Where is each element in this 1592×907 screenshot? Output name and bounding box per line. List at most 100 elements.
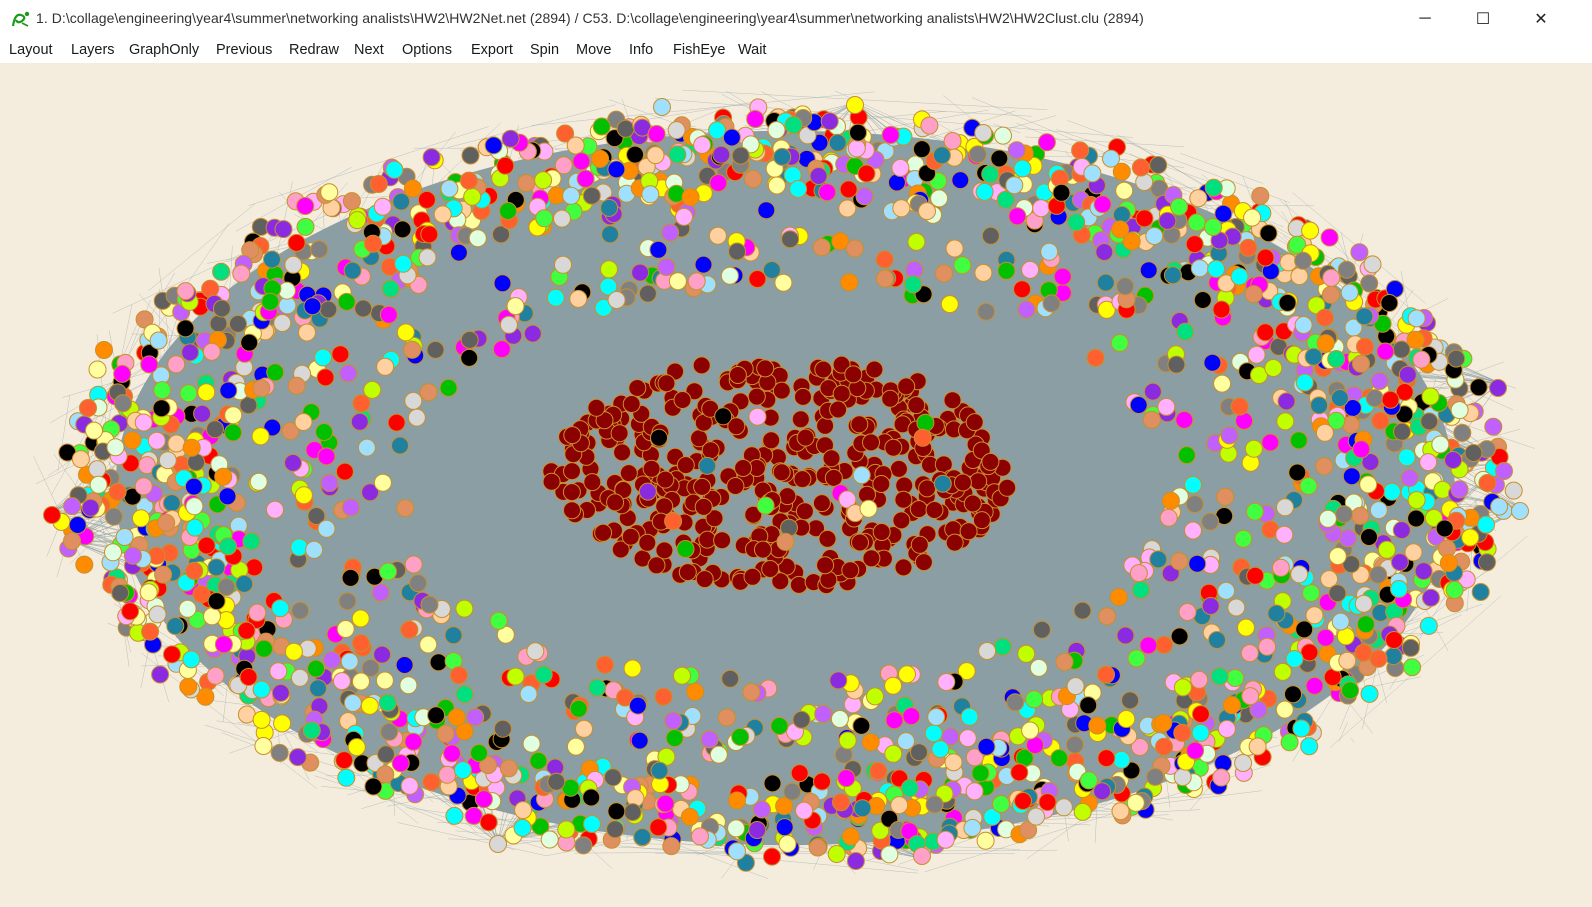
- graph-vertex[interactable]: [332, 672, 351, 691]
- graph-vertex[interactable]: [1191, 705, 1210, 724]
- graph-vertex[interactable]: [981, 165, 1000, 184]
- graph-vertex[interactable]: [828, 133, 847, 152]
- graph-vertex[interactable]: [303, 297, 322, 316]
- graph-vertex[interactable]: [529, 751, 548, 770]
- graph-vertex[interactable]: [1126, 793, 1145, 812]
- graph-vertex[interactable]: [245, 558, 264, 577]
- graph-vertex[interactable]: [1217, 720, 1236, 738]
- graph-vertex[interactable]: [396, 499, 415, 518]
- graph-vertex[interactable]: [818, 529, 837, 548]
- graph-vertex[interactable]: [816, 556, 835, 575]
- graph-vertex[interactable]: [676, 456, 695, 475]
- graph-vertex[interactable]: [1435, 519, 1454, 538]
- graph-vertex[interactable]: [1407, 309, 1426, 328]
- graph-vertex[interactable]: [1419, 616, 1438, 635]
- graph-vertex[interactable]: [148, 605, 167, 624]
- graph-vertex[interactable]: [1327, 350, 1346, 368]
- graph-vertex[interactable]: [981, 226, 1000, 245]
- graph-vertex[interactable]: [859, 499, 878, 518]
- graph-vertex[interactable]: [951, 171, 970, 190]
- graph-vertex[interactable]: [466, 708, 485, 727]
- graph-vertex[interactable]: [284, 255, 303, 274]
- graph-vertex[interactable]: [493, 719, 512, 738]
- graph-vertex[interactable]: [351, 634, 370, 653]
- graph-vertex[interactable]: [1360, 684, 1379, 703]
- graph-vertex[interactable]: [351, 609, 370, 628]
- graph-vertex[interactable]: [185, 497, 204, 516]
- graph-vertex[interactable]: [1038, 793, 1057, 812]
- graph-vertex[interactable]: [360, 696, 379, 715]
- graph-vertex[interactable]: [1145, 227, 1164, 245]
- graph-vertex[interactable]: [960, 707, 979, 726]
- graph-vertex[interactable]: [945, 239, 964, 258]
- graph-vertex[interactable]: [489, 611, 508, 630]
- graph-vertex[interactable]: [1406, 330, 1425, 349]
- graph-vertex[interactable]: [1040, 242, 1059, 261]
- graph-vertex[interactable]: [569, 699, 588, 718]
- graph-vertex[interactable]: [1212, 300, 1231, 319]
- graph-vertex[interactable]: [499, 315, 518, 334]
- graph-vertex[interactable]: [317, 447, 336, 466]
- graph-vertex[interactable]: [880, 845, 899, 864]
- graph-vertex[interactable]: [373, 473, 392, 492]
- graph-vertex[interactable]: [422, 148, 441, 167]
- graph-vertex[interactable]: [569, 289, 588, 308]
- graph-vertex[interactable]: [958, 729, 977, 748]
- graph-vertex[interactable]: [1234, 754, 1253, 772]
- graph-vertex[interactable]: [404, 391, 423, 410]
- graph-vertex[interactable]: [1189, 189, 1208, 208]
- graph-vertex[interactable]: [1021, 260, 1040, 279]
- graph-vertex[interactable]: [914, 553, 933, 572]
- graph-vertex[interactable]: [978, 642, 997, 660]
- graph-vertex[interactable]: [649, 818, 668, 837]
- graph-vertex[interactable]: [352, 672, 370, 691]
- graph-vertex[interactable]: [460, 348, 479, 367]
- graph-vertex[interactable]: [1301, 221, 1320, 240]
- graph-vertex[interactable]: [179, 384, 198, 403]
- graph-vertex[interactable]: [1284, 685, 1302, 704]
- graph-vertex[interactable]: [649, 240, 668, 259]
- graph-vertex[interactable]: [1178, 603, 1197, 621]
- graph-vertex[interactable]: [385, 160, 404, 179]
- graph-vertex[interactable]: [600, 198, 619, 217]
- graph-vertex[interactable]: [1052, 183, 1071, 202]
- graph-vertex[interactable]: [933, 474, 952, 493]
- graph-vertex[interactable]: [1159, 508, 1178, 527]
- graph-vertex[interactable]: [574, 836, 593, 855]
- graph-vertex[interactable]: [931, 740, 950, 759]
- graph-vertex[interactable]: [731, 727, 750, 746]
- graph-vertex[interactable]: [713, 531, 732, 550]
- graph-vertex[interactable]: [1280, 733, 1299, 752]
- graph-vertex[interactable]: [763, 847, 781, 866]
- graph-vertex[interactable]: [563, 501, 581, 520]
- graph-vertex[interactable]: [910, 743, 928, 762]
- graph-vertex[interactable]: [622, 395, 641, 413]
- graph-vertex[interactable]: [712, 145, 731, 164]
- graph-vertex[interactable]: [1142, 410, 1161, 429]
- graph-vertex[interactable]: [371, 583, 390, 602]
- graph-vertex[interactable]: [522, 734, 541, 753]
- graph-vertex[interactable]: [1340, 283, 1359, 302]
- menu-export[interactable]: Export: [471, 42, 513, 58]
- graph-vertex[interactable]: [249, 472, 268, 491]
- graph-vertex[interactable]: [1398, 365, 1417, 384]
- graph-vertex[interactable]: [757, 201, 776, 220]
- graph-vertex[interactable]: [1322, 268, 1341, 287]
- graph-vertex[interactable]: [335, 462, 354, 481]
- graph-vertex[interactable]: [340, 652, 359, 671]
- graph-vertex[interactable]: [607, 802, 626, 821]
- graph-vertex[interactable]: [770, 717, 789, 735]
- graph-vertex[interactable]: [790, 764, 809, 783]
- graph-vertex[interactable]: [996, 190, 1015, 209]
- graph-vertex[interactable]: [916, 413, 935, 432]
- graph-vertex[interactable]: [455, 685, 474, 704]
- graph-vertex[interactable]: [943, 391, 962, 410]
- graph-vertex[interactable]: [479, 813, 498, 832]
- graph-vertex[interactable]: [965, 413, 984, 432]
- graph-vertex[interactable]: [88, 360, 107, 379]
- menu-previous[interactable]: Previous: [216, 42, 272, 58]
- graph-vertex[interactable]: [369, 175, 388, 193]
- graph-vertex[interactable]: [1173, 678, 1192, 697]
- graph-vertex[interactable]: [778, 834, 797, 853]
- graph-vertex[interactable]: [613, 443, 632, 462]
